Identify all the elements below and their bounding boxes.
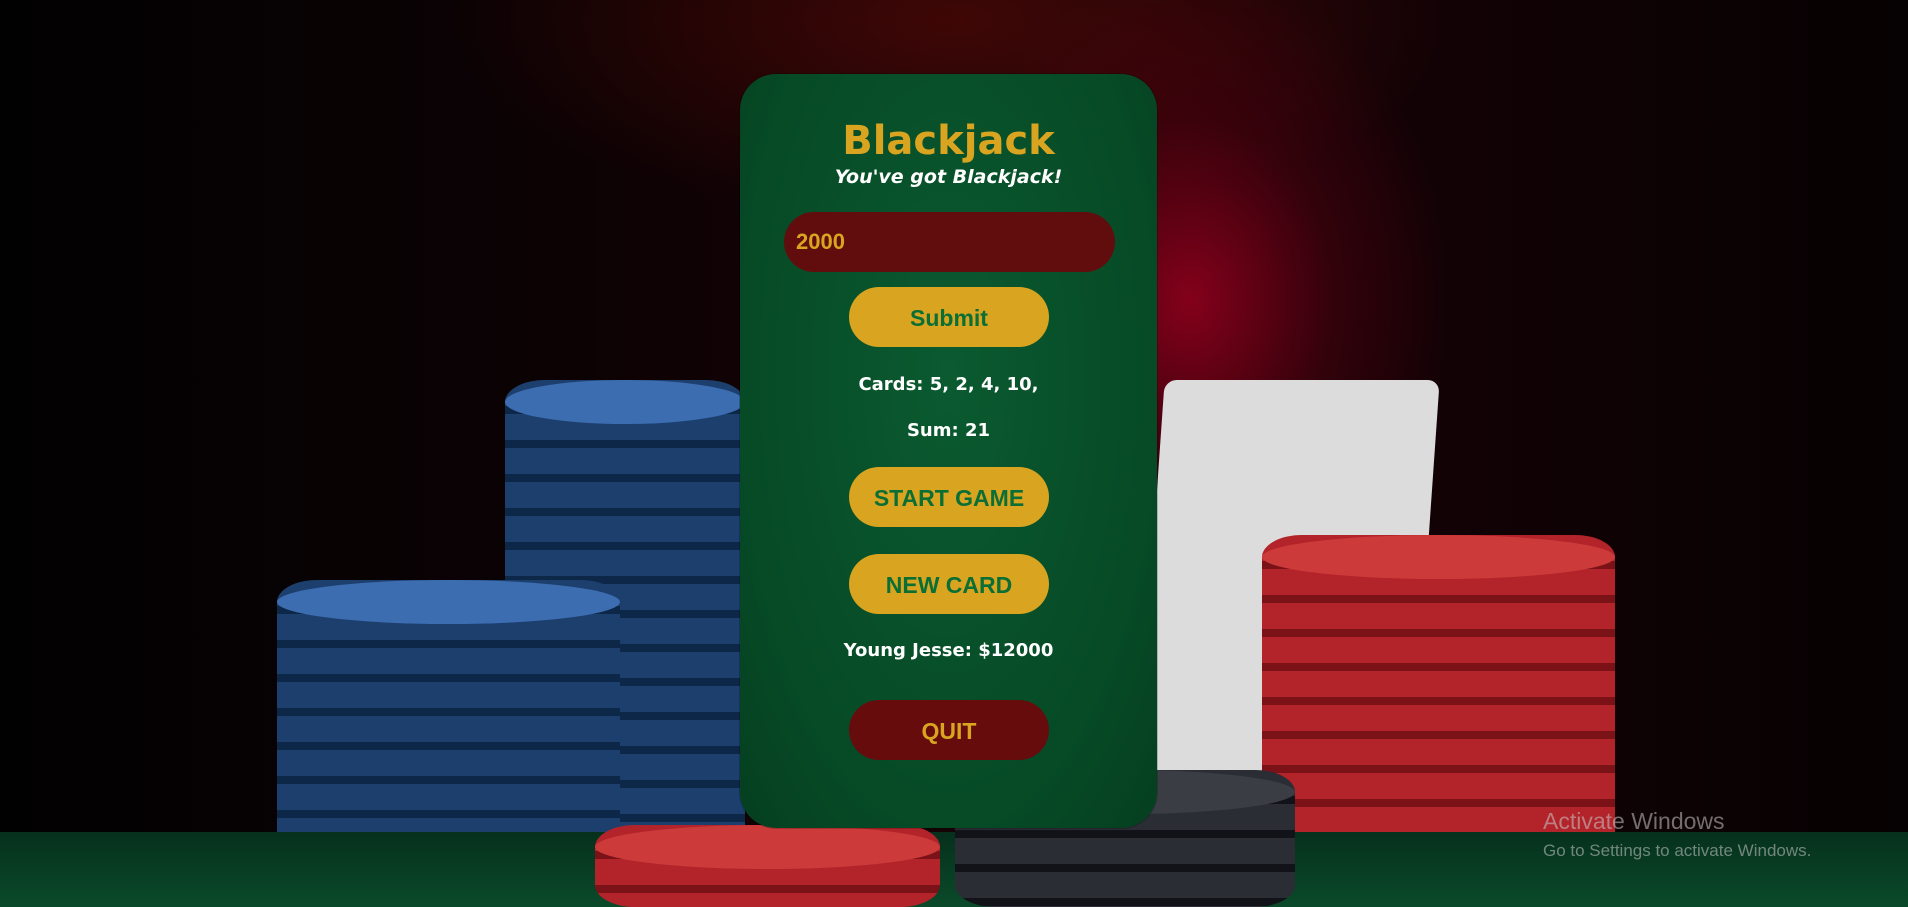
game-message: You've got Blackjack! <box>834 166 1063 188</box>
bet-input[interactable] <box>784 212 1115 272</box>
game-title: Blackjack <box>842 118 1055 164</box>
player-balance: Young Jesse: $12000 <box>843 640 1054 661</box>
activate-windows-title: Activate Windows <box>1543 808 1725 834</box>
quit-button[interactable]: QUIT <box>849 700 1049 760</box>
start-game-button[interactable]: START GAME <box>849 467 1049 527</box>
sum-text: Sum: 21 <box>906 420 991 441</box>
cards-text: Cards: 5, 2, 4, 10, <box>858 374 1039 395</box>
background-red-chip-stack <box>595 825 940 907</box>
game-panel: Blackjack You've got Blackjack! Submit C… <box>740 74 1157 828</box>
submit-button[interactable]: Submit <box>849 287 1049 347</box>
activate-windows-subtitle: Go to Settings to activate Windows. <box>1543 841 1812 860</box>
new-card-button[interactable]: NEW CARD <box>849 554 1049 614</box>
